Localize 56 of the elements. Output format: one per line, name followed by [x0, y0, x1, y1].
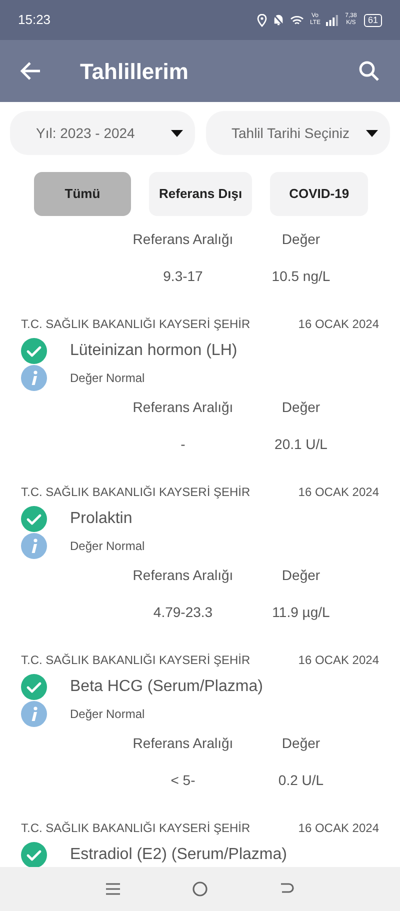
filter-chip[interactable]: COVID-19 — [270, 172, 368, 216]
info-icon — [21, 365, 47, 391]
dropdown[interactable]: Yıl: 2023 - 2024 — [10, 111, 194, 155]
filter-chip[interactable]: Tümü — [34, 172, 131, 216]
status-text: Değer Normal — [70, 538, 145, 555]
filter-chip[interactable]: Referans Dışı — [149, 172, 252, 216]
test-name[interactable]: Estradiol (E2) (Serum/Plazma) — [70, 843, 287, 867]
test-name[interactable]: Lüteinizan hormon (LH) — [70, 339, 238, 363]
result-value: 11.9 µg/L — [271, 602, 331, 622]
reference-range: 4.79-23.3 — [152, 602, 214, 622]
result-date: 16 OCAK 2024 — [298, 316, 379, 333]
battery-indicator: 61 — [364, 14, 382, 26]
check-circle-icon — [21, 506, 47, 532]
column-label: Değer — [280, 230, 322, 249]
column-label: Değer — [280, 734, 322, 753]
caret-icon — [366, 130, 378, 136]
check-circle-icon — [21, 338, 47, 364]
test-name[interactable]: Beta HCG (Serum/Plazma) — [70, 675, 263, 699]
result-value: 20.1 U/L — [274, 434, 328, 454]
back-arrow-icon[interactable] — [20, 61, 42, 81]
result-date: 16 OCAK 2024 — [298, 484, 379, 501]
hospital-name: T.C. SAĞLIK BAKANLIĞI KAYSERİ ŞEHİR — [21, 652, 250, 669]
result-date: 16 OCAK 2024 — [298, 820, 379, 837]
home-icon[interactable] — [192, 881, 208, 897]
test-name[interactable]: Prolaktin — [70, 507, 132, 531]
status-text: Değer Normal — [70, 370, 145, 387]
hospital-name: T.C. SAĞLIK BAKANLIĞI KAYSERİ ŞEHİR — [21, 820, 250, 837]
column-label: Referans Aralığı — [132, 734, 234, 753]
location-icon — [256, 14, 267, 26]
wifi-icon — [290, 14, 304, 26]
muted-bell-icon — [272, 14, 284, 26]
caret-icon — [170, 130, 182, 136]
clock: 15:23 — [18, 11, 51, 30]
info-icon — [21, 701, 47, 727]
result-value: 0.2 U/L — [277, 770, 325, 790]
page-title: Tahlillerim — [80, 58, 188, 86]
info-icon — [21, 533, 47, 559]
hospital-name: T.C. SAĞLIK BAKANLIĞI KAYSERİ ŞEHİR — [21, 484, 250, 501]
menu-icon[interactable] — [105, 882, 122, 896]
column-label: Referans Aralığı — [132, 398, 234, 417]
result-date: 16 OCAK 2024 — [298, 652, 379, 669]
search-icon[interactable] — [358, 60, 380, 82]
reference-range: - — [180, 434, 186, 454]
check-circle-icon — [21, 674, 47, 700]
hospital-name: T.C. SAĞLIK BAKANLIĞI KAYSERİ ŞEHİR — [21, 316, 250, 333]
status-text: Değer Normal — [70, 706, 145, 723]
column-label: Değer — [280, 566, 322, 585]
result-value: 10.5 ng/L — [270, 266, 332, 286]
back-icon[interactable] — [278, 882, 295, 896]
column-label: Değer — [280, 398, 322, 417]
signal-icon — [326, 14, 338, 26]
column-label: Referans Aralığı — [132, 566, 234, 585]
dropdown[interactable]: Tahlil Tarihi Seçiniz — [206, 111, 390, 155]
column-label: Referans Aralığı — [132, 230, 234, 249]
reference-range: 9.3-17 — [162, 266, 204, 286]
reference-range: < 5- — [170, 770, 196, 790]
